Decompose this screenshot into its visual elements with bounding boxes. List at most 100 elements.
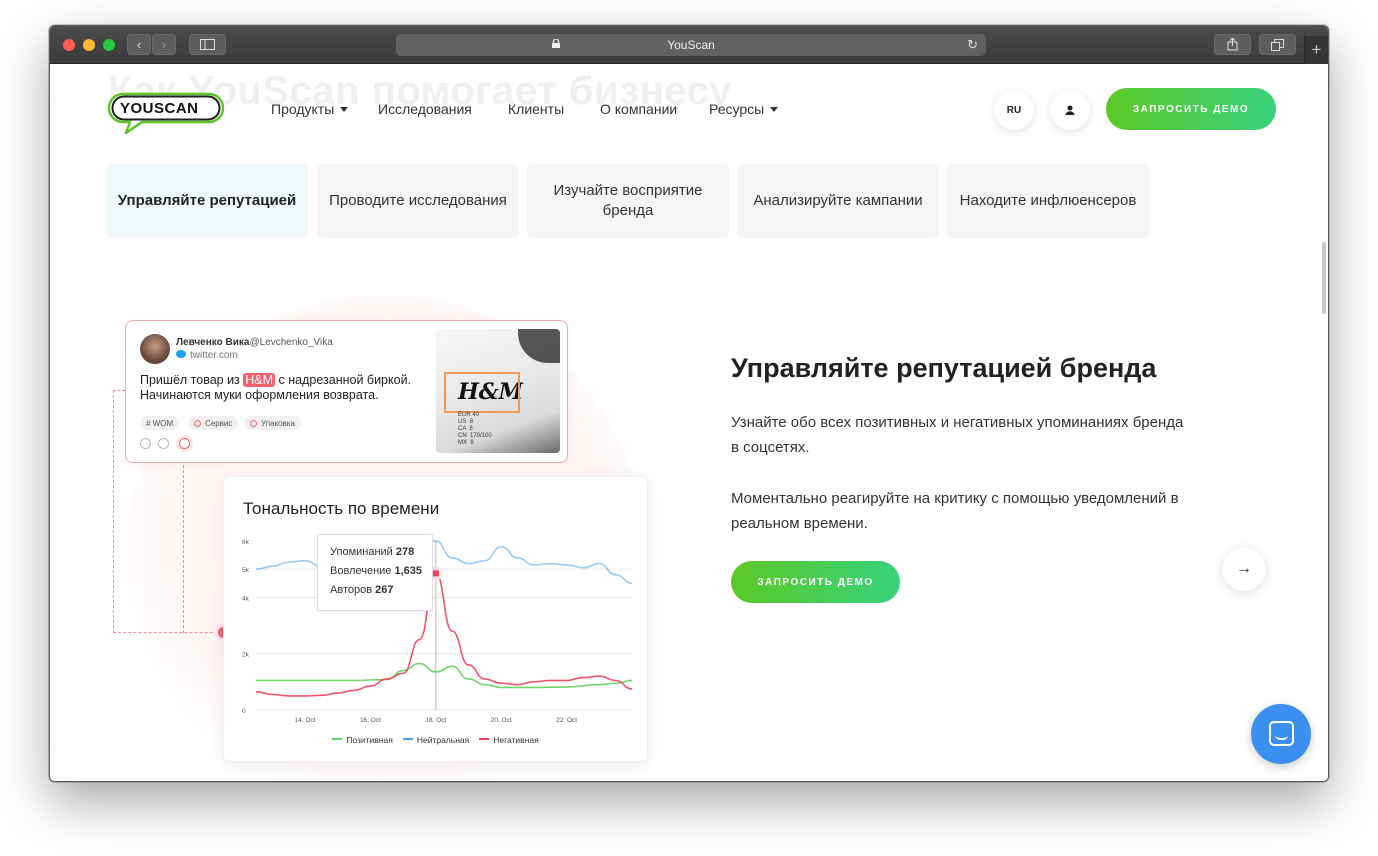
image-shadow xyxy=(518,329,560,363)
tweet-text-before: Пришёл товар из xyxy=(140,373,244,387)
page-url: YouScan xyxy=(667,38,715,52)
section-paragraph-1: Узнайте обо всех позитивных и негативных… xyxy=(731,414,1184,456)
tooltip-label: Авторов xyxy=(330,584,373,596)
chevron-down-icon xyxy=(770,107,779,112)
avatar xyxy=(140,334,170,364)
reload-icon[interactable]: ↻ xyxy=(967,37,978,53)
nav-products-label: Продукты xyxy=(271,101,335,117)
youscan-logo[interactable]: YOUSCAN xyxy=(106,90,226,137)
tooltip-row: Упоминаний 278 xyxy=(330,543,432,562)
nav-clients[interactable]: Клиенты xyxy=(508,101,564,117)
sentiment-chart-card: Тональность по времени 0 2k 4k 5k 6k 14. Oct 1… xyxy=(223,476,648,762)
user-icon xyxy=(1065,105,1075,115)
back-button[interactable]: ‹ xyxy=(127,34,151,55)
tag-service: Сервис xyxy=(188,416,239,430)
sad-icon xyxy=(250,419,257,427)
nav-resources-label: Ресурсы xyxy=(709,101,765,117)
connector-line xyxy=(113,390,114,633)
y-tick-label: 5k xyxy=(242,567,250,574)
sentiment-line-chart: 0 2k 4k 5k 6k 14. Oct 16. Oct 18. Oct 20. Oct 22.… xyxy=(242,539,633,724)
share-icon xyxy=(1227,38,1238,51)
tab-brand-perception[interactable]: Изучайте восприятие бренда xyxy=(527,164,729,238)
close-window-button[interactable] xyxy=(63,39,75,51)
share-button[interactable] xyxy=(1214,34,1251,55)
tooltip-row: Авторов 267 xyxy=(330,581,432,600)
legend-label: Позитивная xyxy=(346,735,393,745)
mention-card: Левченко Вика@Levchenko_Vika twitter.com… xyxy=(125,320,568,463)
brand-highlight: H&M xyxy=(243,373,276,387)
header-demo-button[interactable]: ЗАПРОСИТЬ ДЕМО xyxy=(1106,88,1276,130)
neutral-sentiment-icon[interactable] xyxy=(158,438,169,449)
forward-button[interactable]: › xyxy=(152,34,176,55)
legend-label: Нейтральная xyxy=(416,735,470,745)
next-slide-button[interactable]: → xyxy=(1222,547,1266,591)
sad-icon xyxy=(194,419,201,427)
tabs-icon xyxy=(1271,38,1284,51)
y-tick-label: 4k xyxy=(242,595,250,602)
chat-widget-button[interactable] xyxy=(1251,704,1311,764)
negative-sentiment-icon[interactable] xyxy=(179,438,190,449)
section-heading: Управляйте репутацией бренда xyxy=(731,353,1157,383)
minimize-window-button[interactable] xyxy=(83,39,95,51)
tooltip-row: Вовлечение 1,635 xyxy=(330,562,432,581)
x-tick-label: 14. Oct xyxy=(295,717,316,724)
new-tab-button[interactable]: + xyxy=(1304,36,1328,64)
tag-packaging: Упаковка xyxy=(244,416,301,430)
highlight-point xyxy=(432,570,439,577)
section-paragraph-2: Моментально реагируйте на критику с помо… xyxy=(731,490,1179,532)
source-label: twitter.com xyxy=(190,350,238,361)
sidebar-toggle-button[interactable] xyxy=(189,34,226,55)
series-line-neutral xyxy=(255,540,633,585)
nav-about[interactable]: О компании xyxy=(600,101,677,117)
address-bar[interactable]: YouScan ↻ xyxy=(396,34,986,56)
tab-campaigns[interactable]: Анализируйте кампании xyxy=(737,164,939,238)
legend-positive[interactable]: Позитивная xyxy=(332,735,393,745)
twitter-icon xyxy=(176,350,186,358)
section-demo-button[interactable]: ЗАПРОСИТЬ ДЕМО xyxy=(731,561,900,603)
detection-box xyxy=(444,372,520,413)
label-size-text: EUR 40 US 8 CA 8 CN 170/100 MX 8 xyxy=(458,412,492,446)
chevron-down-icon xyxy=(340,107,349,112)
tag-packaging-label: Упаковка xyxy=(261,418,295,428)
author-name: Левченко Вика xyxy=(176,337,250,348)
tab-influencers[interactable]: Находите инфлюенсеров xyxy=(947,164,1149,238)
tab-reputation[interactable]: Управляйте репутацией xyxy=(106,164,308,238)
x-tick-label: 18. Oct xyxy=(425,717,446,724)
tweet-source: twitter.com xyxy=(176,350,238,361)
browser-window: ‹ › YouScan ↻ + Как YouScan помогает биз… xyxy=(49,25,1329,782)
author-handle: @Levchenko_Vika xyxy=(249,337,333,348)
legend-swatch xyxy=(479,738,490,740)
tabs-overview-button[interactable] xyxy=(1259,34,1296,55)
account-button[interactable] xyxy=(1050,90,1090,130)
tooltip-value: 1,635 xyxy=(394,565,422,577)
legend-negative[interactable]: Негативная xyxy=(479,735,539,745)
tooltip-label: Упоминаний xyxy=(330,546,393,558)
y-tick-label: 0 xyxy=(242,708,246,715)
positive-sentiment-icon[interactable] xyxy=(140,438,151,449)
connector-line xyxy=(113,632,223,633)
clothing-label-image: H&M EUR 40 US 8 CA 8 CN 170/100 MX 8 xyxy=(436,329,560,453)
tooltip-value: 278 xyxy=(395,546,415,558)
nav-research[interactable]: Исследования xyxy=(378,101,472,117)
tab-research[interactable]: Проводите исследования xyxy=(317,164,519,238)
chart-tooltip: Упоминаний 278 Вовлечение 1,635 Авторов … xyxy=(317,534,433,611)
sidebar-icon xyxy=(200,39,215,50)
scrollbar-thumb[interactable] xyxy=(1322,242,1326,314)
nav-resources[interactable]: Ресурсы xyxy=(709,101,779,117)
legend-label: Негативная xyxy=(493,735,539,745)
language-button[interactable]: RU xyxy=(994,90,1034,130)
back-icon: ‹ xyxy=(136,37,142,52)
tooltip-value: 267 xyxy=(375,584,394,596)
chart-legend: Позитивная Нейтральная Негативная xyxy=(224,735,647,745)
connector-line xyxy=(113,390,125,391)
nav-products[interactable]: Продукты xyxy=(271,101,349,117)
maximize-window-button[interactable] xyxy=(103,39,115,51)
tooltip-label: Вовлечение xyxy=(330,565,392,577)
x-tick-label: 16. Oct xyxy=(360,717,381,724)
tweet-author: Левченко Вика@Levchenko_Vika xyxy=(176,337,333,348)
legend-neutral[interactable]: Нейтральная xyxy=(402,735,470,745)
tag-service-label: Сервис xyxy=(205,418,233,428)
series-line-negative xyxy=(255,572,633,697)
tag-wom: # WOM xyxy=(140,416,180,430)
x-tick-label: 22. Oct xyxy=(556,717,577,724)
